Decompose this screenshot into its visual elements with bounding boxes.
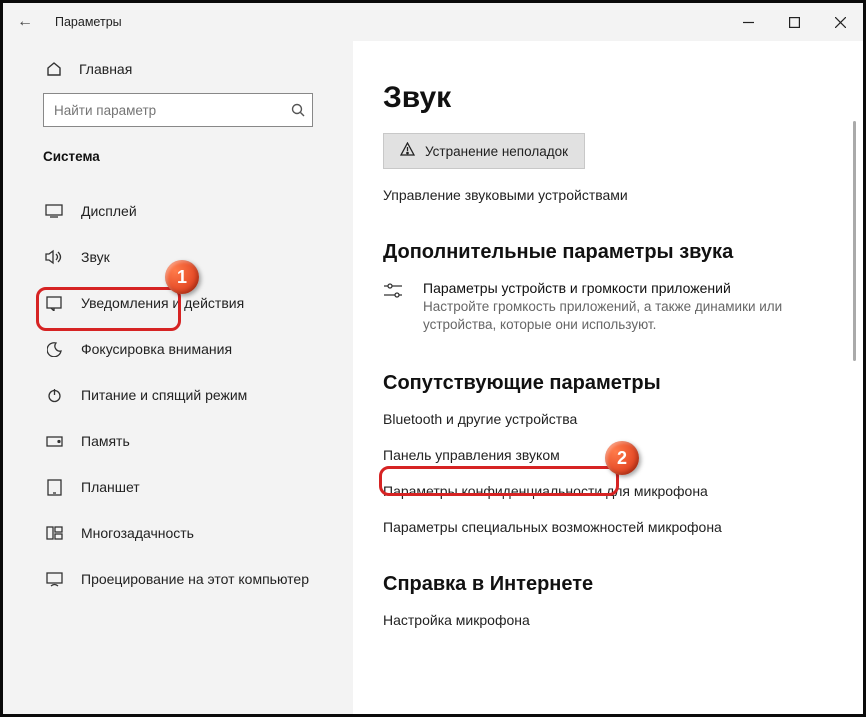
search-icon [291,93,305,127]
sidebar-home[interactable]: Главная [3,55,353,93]
sidebar-item-storage[interactable]: Память [3,418,353,464]
maximize-icon [789,17,800,28]
sidebar: Главная Система Дисплей Звук [3,41,353,714]
moon-icon [45,342,63,357]
related-heading: Сопутствующие параметры [383,372,863,395]
window-title: Параметры [39,15,122,29]
link-sound-panel[interactable]: Панель управления звуком [383,447,863,463]
sidebar-item-display[interactable]: Дисплей [3,188,353,234]
advanced-heading: Дополнительные параметры звука [383,241,863,264]
projecting-icon [45,572,63,587]
speaker-icon [45,249,63,265]
link-bluetooth[interactable]: Bluetooth и другие устройства [383,411,863,427]
search-container [43,93,313,127]
minimize-icon [743,17,754,28]
sidebar-item-label: Память [81,433,130,449]
sidebar-item-sound[interactable]: Звук [3,234,353,280]
scroll-thumb[interactable] [853,121,856,361]
main-content: Звук Устранение неполадок Управление зву… [353,41,863,714]
sidebar-home-label: Главная [79,61,132,77]
help-heading: Справка в Интернете [383,573,863,596]
minimize-button[interactable] [725,3,771,41]
sidebar-item-focus[interactable]: Фокусировка внимания [3,326,353,372]
settings-window: ← Параметры Главная [0,0,866,717]
notifications-icon [45,295,63,311]
sidebar-item-label: Дисплей [81,203,137,219]
sidebar-nav: Дисплей Звук Уведомления и действия Фоку… [3,174,353,602]
power-icon [45,388,63,403]
troubleshoot-button[interactable]: Устранение неполадок [383,133,585,169]
manage-devices-link[interactable]: Управление звуковыми устройствами [383,187,863,203]
sidebar-item-label: Планшет [81,479,140,495]
sidebar-item-label: Проецирование на этот компьютер [81,571,309,587]
sidebar-item-label: Питание и спящий режим [81,387,247,403]
tablet-icon [45,479,63,496]
sliders-icon [383,280,407,305]
close-icon [835,17,846,28]
titlebar: ← Параметры [3,3,863,41]
sidebar-item-label: Фокусировка внимания [81,341,232,357]
sidebar-item-multitask[interactable]: Многозадачность [3,510,353,556]
sidebar-section-title: Система [3,149,353,174]
related-links: Bluetooth и другие устройства Панель упр… [383,411,863,535]
scrollbar[interactable] [853,41,857,714]
app-volume-desc: Настройте громкость приложений, а также … [423,298,803,334]
sidebar-item-tablet[interactable]: Планшет [3,464,353,510]
back-button[interactable]: ← [17,13,39,31]
sidebar-item-label: Звук [81,249,110,265]
page-title: Звук [383,81,863,115]
link-mic-privacy[interactable]: Параметры конфиденциальности для микрофо… [383,483,863,499]
search-input[interactable] [43,93,313,127]
warning-icon [400,142,415,160]
app-volume-title: Параметры устройств и громкости приложен… [423,280,803,296]
multitask-icon [45,526,63,540]
sidebar-item-notifications[interactable]: Уведомления и действия [3,280,353,326]
app-volume-row[interactable]: Параметры устройств и громкости приложен… [383,280,863,334]
sidebar-item-label: Многозадачность [81,525,194,541]
troubleshoot-label: Устранение неполадок [425,144,568,159]
maximize-button[interactable] [771,3,817,41]
storage-icon [45,436,63,447]
sidebar-item-power[interactable]: Питание и спящий режим [3,372,353,418]
sidebar-item-projecting[interactable]: Проецирование на этот компьютер [3,556,353,602]
home-icon [45,61,63,77]
monitor-icon [45,204,63,218]
sidebar-item-label: Уведомления и действия [81,295,244,311]
close-button[interactable] [817,3,863,41]
link-mic-setup[interactable]: Настройка микрофона [383,612,863,628]
link-mic-ease[interactable]: Параметры специальных возможностей микро… [383,519,863,535]
